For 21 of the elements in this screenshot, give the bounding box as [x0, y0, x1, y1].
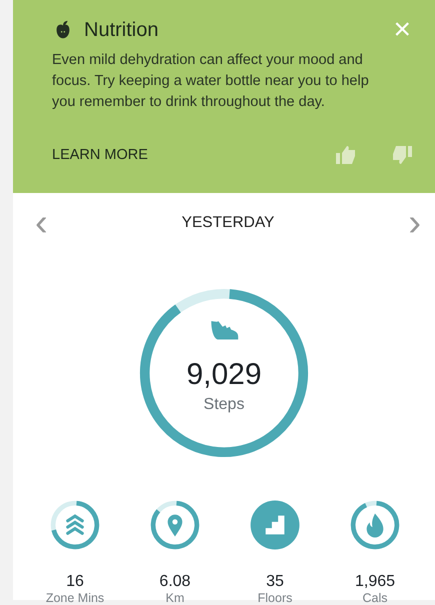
distance-ring[interactable]	[149, 499, 201, 551]
tip-text: Even mild dehydration can affect your mood and focus. Try keeping a water bottle near you to help you remember to drink throughout the day.	[52, 51, 370, 112]
next-day-button[interactable]: ›	[404, 205, 425, 241]
stat-value: 6.08	[159, 573, 191, 591]
stat-label: Zone Mins	[46, 591, 104, 605]
zone-ring[interactable]	[49, 499, 101, 551]
steps-count: 9,029	[186, 358, 262, 392]
tip-title: Nutrition	[84, 18, 160, 42]
day-label: YESTERDAY	[182, 214, 274, 232]
stat-label: Floors	[258, 591, 292, 605]
stat-label: Km	[166, 591, 184, 605]
stat-label: Cals	[362, 591, 388, 605]
stat-value: 1,965	[354, 573, 396, 591]
close-button[interactable]: ×	[389, 18, 415, 42]
stat-value: 35	[266, 573, 284, 591]
learn-more-button[interactable]: LEARN MORE	[52, 147, 148, 163]
steps-label: Steps	[204, 396, 244, 414]
previous-day-button[interactable]: ‹	[31, 205, 52, 241]
stat-value: 16	[66, 573, 84, 591]
floors-ring[interactable]	[249, 499, 301, 551]
calories-ring[interactable]	[349, 499, 401, 551]
